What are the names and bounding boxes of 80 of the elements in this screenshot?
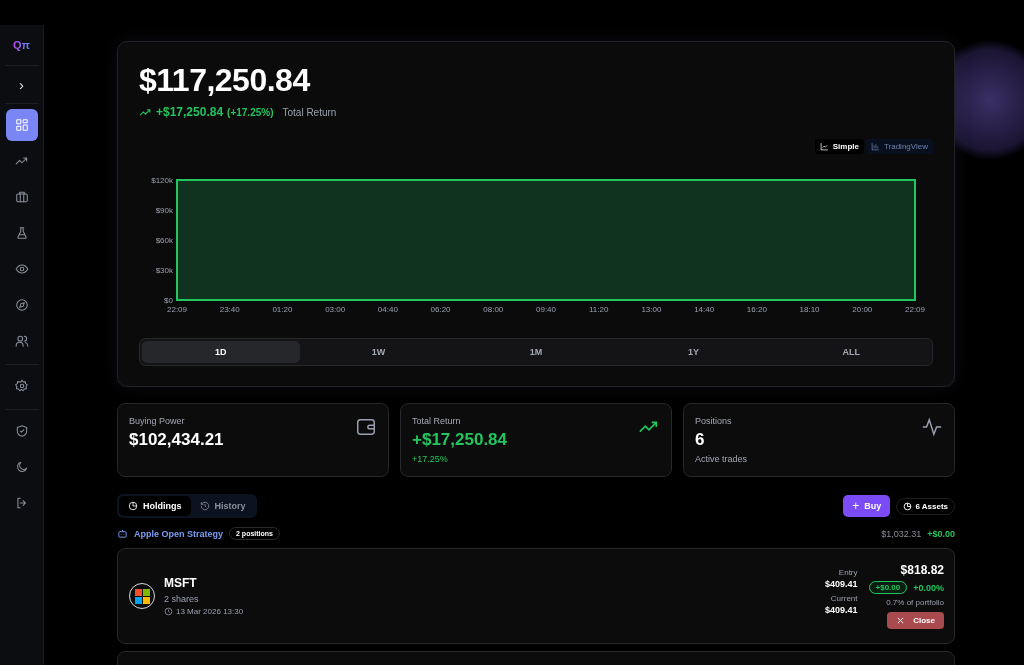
stat-subtext: Active trades [695,454,748,464]
entry-label: Entry [837,568,858,577]
chart-mode-tab[interactable]: Simple [814,139,864,154]
y-axis-label: $60k [155,236,173,245]
compass-icon [14,298,29,312]
x-axis-label: 14:40 [694,305,715,314]
robot-icon [117,528,128,539]
grid-icon [14,118,29,132]
x-axis-label: 11:20 [589,305,609,314]
logout-icon [14,496,29,510]
x-axis-label: 04:40 [377,305,398,314]
position-value: $818.82 [900,563,944,577]
strategy-name[interactable]: Apple Open Strategy [134,528,223,539]
wallet-icon [355,416,377,438]
strategy-total: $1,032.31 [881,528,922,539]
pulse-icon [921,416,943,438]
stat-label: Buying Power [129,416,186,426]
y-axis-label: $0 [164,296,173,305]
entry-price: $409.41 [824,579,858,589]
stat-value: 6 [695,430,706,450]
briefcase-icon [14,190,29,204]
current-label: Current [829,594,858,603]
range-tab[interactable]: 1M [457,341,615,363]
range-tab[interactable]: 1W [299,341,458,363]
stat-value: $102,434.21 [129,430,224,450]
stat-label: Total Return [412,416,462,426]
eye-icon [14,262,29,276]
users-icon [14,334,29,348]
x-axis-label: 08:00 [483,305,504,314]
return-label: Total Return [282,106,337,118]
x-axis-label: 09:40 [536,305,556,314]
pie-chart-icon [903,501,913,511]
history-icon [199,501,210,511]
assets-badge: 6 Assets [896,497,955,515]
x-axis-label: 16:20 [746,305,767,314]
x-axis-label: 22:09 [167,305,187,314]
x-axis-label: 23:40 [219,305,240,314]
bar-chart-icon [870,142,880,151]
view-tab[interactable]: Holdings [119,496,191,516]
gear-icon [14,379,29,393]
x-axis-label: 01:20 [272,305,293,314]
buy-button[interactable]: + Buy [843,495,891,517]
flask-icon [14,226,29,240]
strategy-pnl: +$0.00 [927,528,955,539]
line-chart-icon [819,142,829,151]
x-axis-label: 22:09 [905,305,925,314]
position-date: 13 Mar 2026 13:30 [176,607,244,616]
stat-value: +$17,250.84 [412,430,507,450]
x-axis-label: 20:00 [852,305,873,314]
x-axis-label: 18:10 [799,305,820,314]
return-percent: (+17.25%) [227,106,274,118]
x-axis-label: 06:20 [430,305,451,314]
x-axis-label: 03:00 [325,305,346,314]
stat-subtext: +17.25% [412,454,449,464]
range-tab[interactable]: 1D [142,341,300,363]
chart-mode-tab[interactable]: TradingView [865,139,933,154]
stat-label: Positions [695,416,733,426]
close-button[interactable]: Close [887,612,944,629]
pnl-percent: +0.00% [913,582,944,593]
view-tab[interactable]: History [190,496,255,516]
current-price: $409.41 [824,605,858,615]
moon-icon [14,460,29,474]
x-axis-label: 13:00 [641,305,662,314]
y-axis-label: $120k [151,176,173,185]
return-amount: +$17,250.84 [156,105,224,119]
close-icon [896,616,906,625]
expand-button[interactable]: › [9,70,34,99]
clock-icon [164,607,173,616]
nav-button[interactable] [5,109,38,141]
y-axis-label: $30k [155,266,173,275]
range-tab[interactable]: ALL [772,341,930,363]
portfolio-value: $117,250.84 [139,62,311,99]
pnl-badge: +$0.00 [868,581,908,594]
y-axis-label: $90k [155,206,173,215]
range-tab[interactable]: 1Y [614,341,773,363]
position-shares: 2 shares [164,594,200,604]
position-symbol: MSFT [164,576,198,590]
pie-chart-icon [128,501,138,511]
shield-icon [14,424,29,438]
portfolio-share: 0.7% of portfolio [886,598,944,607]
